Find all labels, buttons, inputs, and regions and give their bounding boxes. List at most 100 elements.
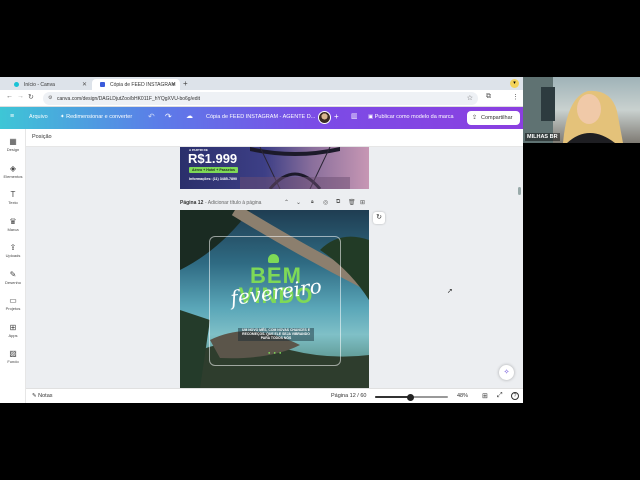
tab-feed[interactable]: Cópia de FEED INSTAGRAM ✕ (92, 79, 180, 90)
sidebar-item-fundo[interactable]: ▨ Fundo (0, 349, 26, 364)
page-count[interactable]: Página 12 / 60 (331, 393, 366, 399)
page-title-input[interactable]: - Adicionar título à página (205, 200, 261, 206)
forward-icon[interactable]: → (17, 93, 24, 100)
move-down-icon[interactable]: ⌄ (296, 199, 301, 206)
template-icon: ▣ (368, 114, 375, 120)
menu-icon[interactable]: ⋮ (512, 93, 519, 101)
move-up-icon[interactable]: ⌃ (284, 199, 289, 206)
page-number-label: Página 12 (180, 200, 204, 206)
extensions-icon[interactable]: ⧉ (486, 93, 491, 101)
decorative-dots-icon: ● ● ● (268, 350, 283, 355)
add-collaborator-button[interactable]: + (334, 112, 339, 121)
sidebar-item-label: Desenho (4, 279, 21, 285)
grid-view-icon[interactable]: ⊞ (482, 392, 488, 400)
upload-icon: ⇪ (9, 243, 17, 252)
page-header: Página 12 - Adicionar título à página ⌃ … (180, 199, 410, 208)
price-text: R$1.999 (188, 151, 238, 166)
hide-icon[interactable]: ◎ (323, 199, 328, 206)
sidebar-item-elementos[interactable]: ◈ Elementos (0, 164, 26, 179)
tab-list-icon[interactable]: ▾ (510, 79, 519, 88)
sidebar-item-label: Marca (7, 226, 19, 232)
design-icon: ▦ (9, 137, 17, 146)
message-text: UM NOVO MÊS, COM NOVAS CHANCES E RECOMEÇ… (238, 328, 314, 341)
back-icon[interactable]: ← (6, 93, 13, 100)
zoom-slider-thumb[interactable] (406, 393, 414, 401)
canva-favicon (14, 82, 19, 87)
undo-icon[interactable]: ↶ (148, 112, 155, 121)
background-icon: ▨ (9, 349, 17, 358)
bookmark-star-icon[interactable]: ☆ (467, 94, 473, 102)
mouse-cursor-icon: ➚ (447, 288, 453, 295)
share-button[interactable]: ⇪ Compartilhar (467, 111, 520, 125)
sidebar-item-label: Design (6, 147, 20, 152)
document-title[interactable]: Cópia de FEED INSTAGRAM - AGENTE D... (206, 114, 315, 120)
sidebar-item-marca[interactable]: ♛ Marca (0, 217, 26, 232)
vertical-scrollbar[interactable] (518, 187, 521, 195)
site-info-icon[interactable]: ⚙ (48, 95, 52, 101)
elements-icon: ◈ (9, 163, 17, 173)
insights-icon[interactable]: ▥ (351, 112, 358, 120)
tab-label: Cópia de FEED INSTAGRAM (110, 82, 176, 88)
sidebar-item-design[interactable]: ▦ Design (0, 137, 26, 152)
sidebar-item-label: Texto (8, 200, 18, 205)
publish-template-button[interactable]: ▣ Publicar como modelo da marca (368, 114, 454, 120)
package-badge: Aéreo + Hotel + Passeios (189, 167, 238, 173)
sidebar-item-label: Uploads (5, 253, 21, 258)
browser-window: Início - Canva ✕ Cópia de FEED INSTAGRAM… (0, 77, 523, 403)
sidebar-item-apps[interactable]: ⊞ Apps (0, 323, 26, 338)
cloud-sync-icon: ☁ (186, 113, 193, 120)
help-icon[interactable]: ? (511, 392, 519, 400)
sidebar-item-label: Apps (8, 332, 18, 338)
notes-button[interactable]: ✎ Notas (32, 393, 53, 399)
home-menu-icon[interactable]: ≡ (10, 113, 14, 120)
add-page-icon[interactable]: ⊞ (360, 199, 365, 206)
close-icon[interactable]: ✕ (171, 81, 176, 88)
canva-toolbar: ≡ Arquivo ✦ Redimensionar e converter ↶ … (0, 107, 523, 129)
close-icon[interactable]: ✕ (82, 81, 87, 88)
avatar[interactable] (318, 111, 331, 124)
design-canvas[interactable]: A PARTIR DE R$1.999 Aéreo + Hotel + Pass… (26, 147, 523, 388)
context-toolbar: Posição (26, 129, 523, 147)
apps-icon: ⊞ (9, 322, 17, 332)
zoom-level[interactable]: 48% (457, 393, 468, 399)
eiffel-tower-image (240, 147, 350, 189)
new-tab-button[interactable]: + (183, 79, 188, 88)
sidebar-item-desenho[interactable]: ✎ Desenho (0, 270, 26, 285)
previous-page-preview[interactable]: A PARTIR DE R$1.999 Aéreo + Hotel + Pass… (180, 147, 369, 189)
url-text: canva.com/design/DAGLDjutZoo/bHK011F_hYQ… (57, 96, 201, 102)
webcam-overlay: MILHAS BR (523, 77, 640, 143)
address-bar-row: ← → ↻ ⚙ canva.com/design/DAGLDjutZoo/bHK… (0, 90, 523, 107)
tab-label: Início - Canva (24, 82, 55, 88)
redo-icon[interactable]: ↷ (165, 112, 172, 121)
url-input[interactable]: ⚙ canva.com/design/DAGLDjutZoo/bHK011F_h… (43, 92, 478, 105)
duplicate-icon[interactable]: ⧉ (336, 199, 340, 206)
participant-name: MILHAS BR (525, 133, 560, 141)
brand-icon: ♛ (9, 216, 17, 226)
sidebar-item-label: Fundo (7, 359, 19, 364)
delete-icon[interactable]: 🗑︎ (348, 199, 356, 206)
sidebar-item-uploads[interactable]: ⇪ Uploads (0, 243, 26, 258)
folder-icon: ▭ (9, 296, 17, 305)
left-sidebar: ▦ Design ◈ Elementos T Texto ♛ Marca ⇪ Uploads ✎ De… (0, 129, 26, 403)
file-menu[interactable]: Arquivo (29, 114, 48, 120)
zoom-slider-fill (375, 396, 411, 398)
browser-tab-bar: Início - Canva ✕ Cópia de FEED INSTAGRAM… (0, 77, 523, 90)
sidebar-item-projetos[interactable]: ▭ Projetos (0, 296, 26, 311)
magic-assistant-button[interactable]: ✧ (499, 365, 514, 380)
canva-favicon (100, 82, 105, 87)
share-icon: ⇪ (472, 115, 478, 121)
tab-inicio[interactable]: Início - Canva ✕ (6, 79, 91, 90)
sidebar-item-texto[interactable]: T Texto (0, 190, 26, 205)
leaf-icon (268, 254, 279, 263)
info-text: Informações: (11) 3485-7890 (189, 177, 237, 181)
sidebar-item-label: Elementos (3, 173, 23, 179)
reload-icon[interactable]: ↻ (28, 93, 34, 101)
refresh-design-icon[interactable]: ↻ (373, 212, 385, 224)
lock-icon[interactable]: 🔒︎ (311, 199, 314, 205)
current-page[interactable]: BEM VINDO fevereiro UM NOVO MÊS, COM NOV… (180, 210, 369, 388)
text-icon: T (10, 190, 16, 199)
resize-button[interactable]: ✦ Redimensionar e converter (60, 114, 132, 120)
position-button[interactable]: Posição (32, 134, 52, 140)
fullscreen-icon[interactable]: ⤢ (497, 392, 503, 400)
zoom-slider[interactable] (375, 393, 448, 401)
